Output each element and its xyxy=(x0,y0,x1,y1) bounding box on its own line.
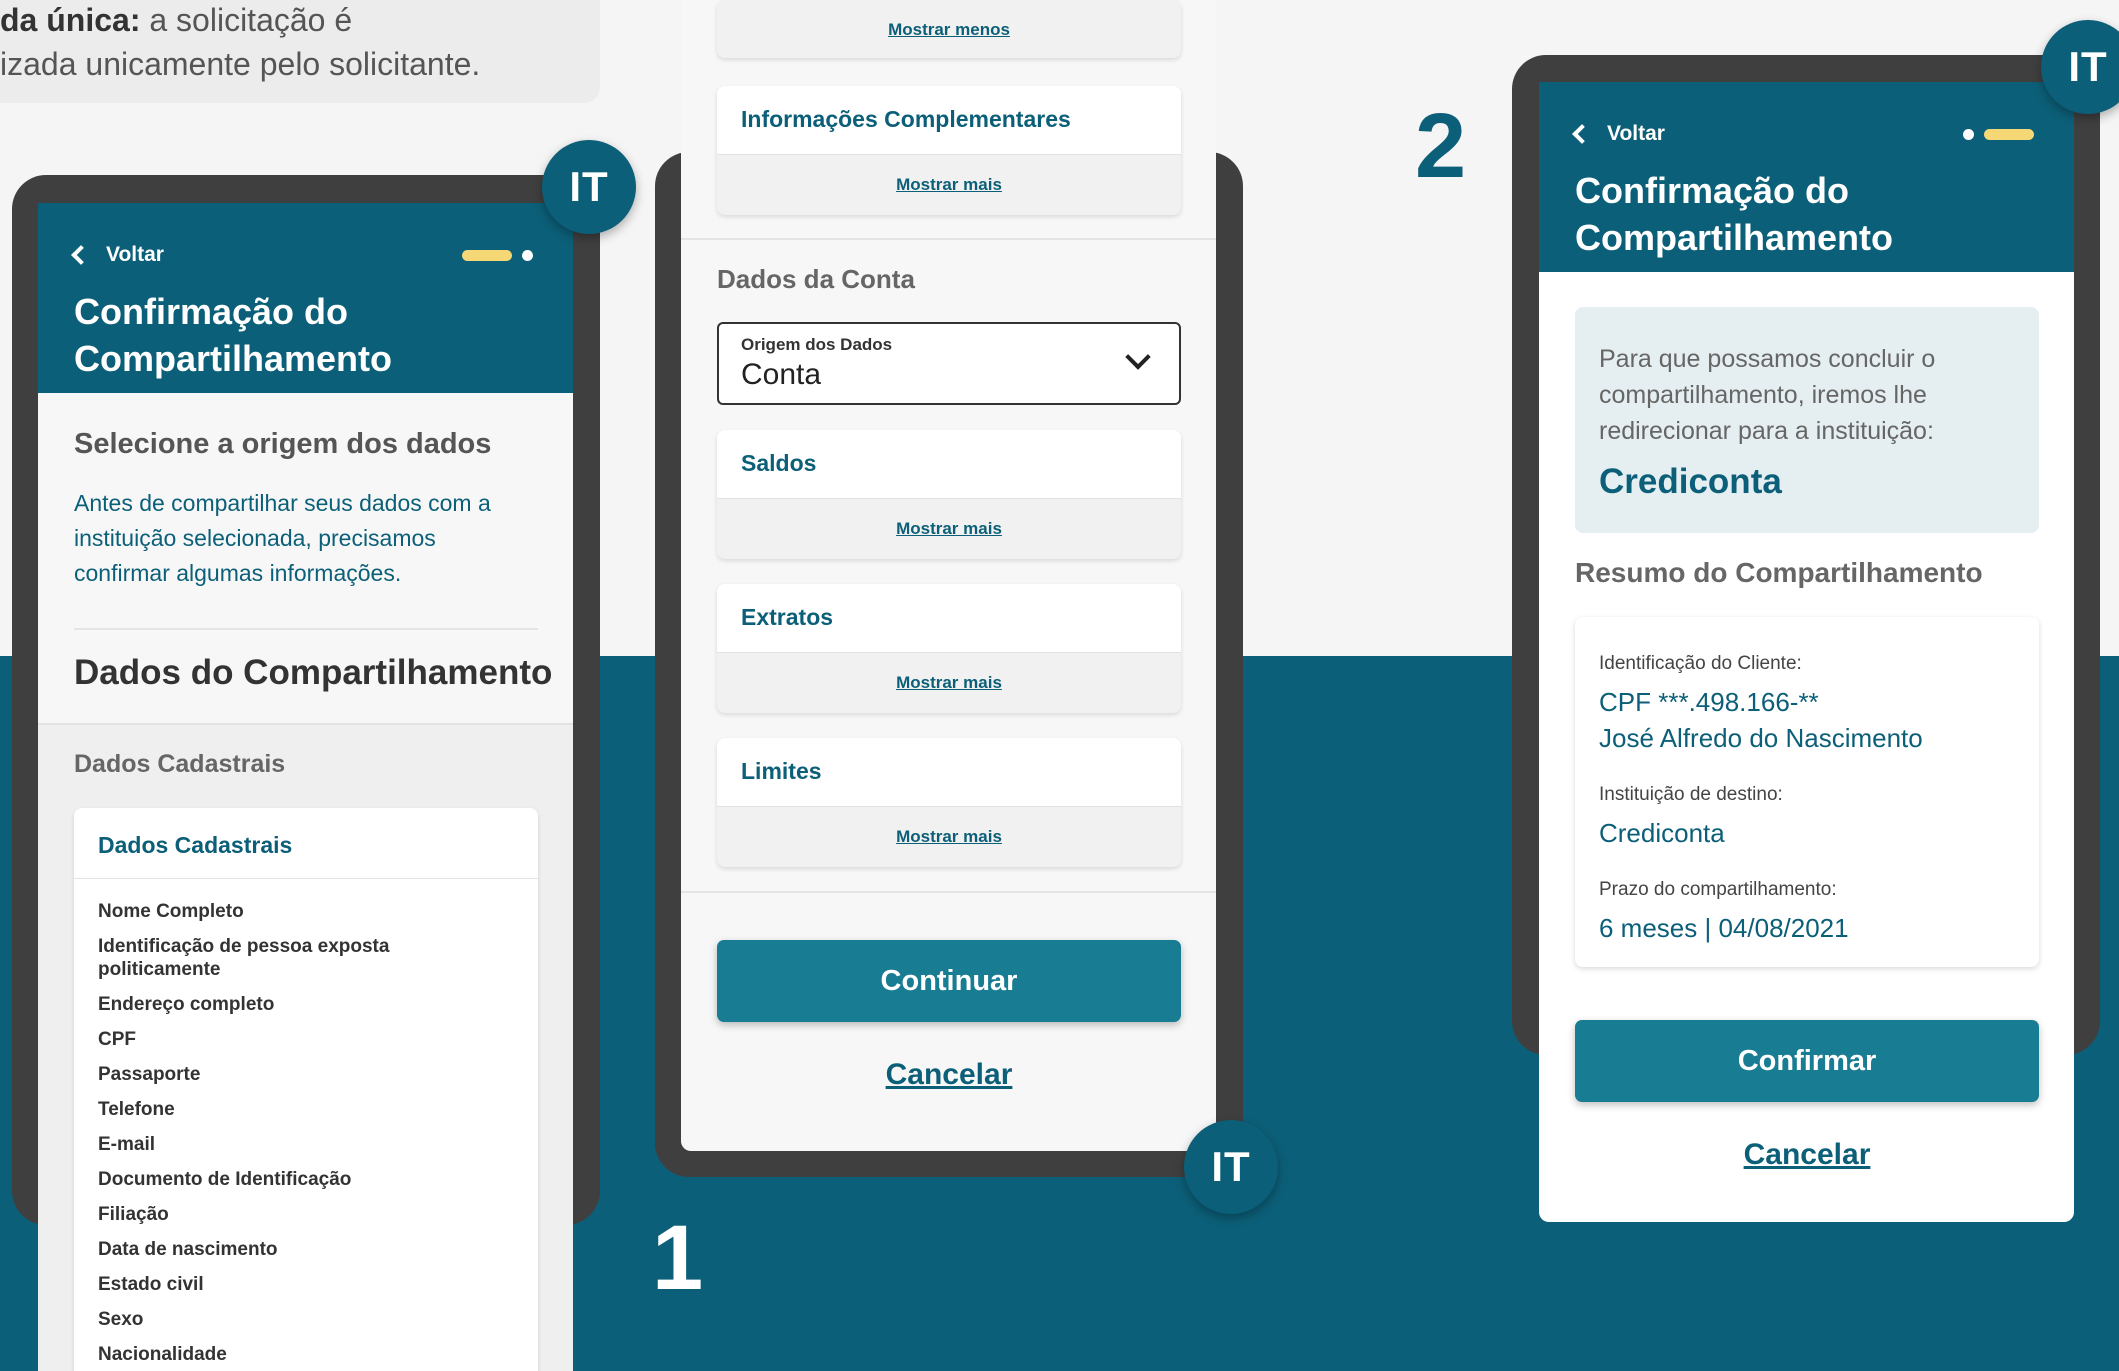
extratos-card: Extratos Mostrar mais xyxy=(717,584,1181,713)
field-item: CPF xyxy=(98,1029,136,1050)
step-number-1: 1 xyxy=(652,1207,704,1309)
cadastrais-card: Dados Cadastrais Nome Completo Identific… xyxy=(74,808,538,1371)
continue-button[interactable]: Continuar xyxy=(717,940,1181,1022)
field-item: politicamente xyxy=(98,959,221,980)
card-title: Saldos xyxy=(741,450,817,476)
card-title: Extratos xyxy=(741,604,834,630)
field-item: Filiação xyxy=(98,1204,169,1225)
show-more-link[interactable]: Mostrar mais xyxy=(717,175,1181,195)
term-label: Prazo do compartilhamento: xyxy=(1599,879,1837,900)
divider xyxy=(681,238,1216,240)
app-bar: Voltar Confirmação do Compartilhamento xyxy=(38,203,573,393)
intro-text: Antes de compartilhar seus dados com a i… xyxy=(74,490,491,586)
client-id-label: Identificação do Cliente: xyxy=(1599,653,1802,674)
cancel-link[interactable]: Cancelar xyxy=(1575,1138,2039,1172)
step-dot xyxy=(522,250,533,261)
step-indicator xyxy=(1963,129,2034,140)
step-pill-active xyxy=(462,250,512,261)
step-number-2: 2 xyxy=(1415,95,1467,197)
destination-label: Instituição de destino: xyxy=(1599,784,1783,805)
summary-heading: Resumo do Compartilhamento xyxy=(1575,557,1983,588)
term-value: 6 meses | 04/08/2021 xyxy=(1599,913,1849,943)
account-heading: Dados da Conta xyxy=(717,264,915,294)
show-more-link[interactable]: Mostrar mais xyxy=(717,673,1181,693)
badge-it-middle: IT xyxy=(1184,1120,1278,1214)
confirm-button[interactable]: Confirmar xyxy=(1575,1020,2039,1102)
back-button[interactable]: Voltar xyxy=(68,243,164,267)
screen-right: Voltar Confirmação do Compartilhamento P… xyxy=(1539,82,2074,1222)
note-line-2: izada unicamente pelo solicitante. xyxy=(0,46,481,82)
info-note: da única: a solicitação é izada unicamen… xyxy=(0,0,600,103)
destination-value: Crediconta xyxy=(1599,818,1725,848)
saldos-card: Saldos Mostrar mais xyxy=(717,430,1181,559)
redirect-box: Para que possamos concluir o compartilha… xyxy=(1575,307,2039,533)
note-line-1: da única: a solicitação é xyxy=(0,2,353,38)
summary-card: Identificação do Cliente: CPF ***.498.16… xyxy=(1575,617,2039,967)
data-heading: Dados do Compartilhamento xyxy=(74,653,553,692)
back-label: Voltar xyxy=(1607,122,1665,145)
divider xyxy=(74,628,538,630)
back-label: Voltar xyxy=(106,243,164,266)
limites-card: Limites Mostrar mais xyxy=(717,738,1181,867)
show-less-link[interactable]: Mostrar menos xyxy=(717,20,1181,40)
field-list: Nome Completo Identificação de pessoa ex… xyxy=(98,900,389,1366)
client-name: José Alfredo do Nascimento xyxy=(1599,723,1923,753)
field-item: Nacionalidade xyxy=(98,1344,227,1365)
step-dot xyxy=(1963,129,1974,140)
show-more-link[interactable]: Mostrar mais xyxy=(717,519,1181,539)
field-item: Documento de Identificação xyxy=(98,1169,352,1190)
screen-left: Voltar Confirmação do Compartilhamento S… xyxy=(38,203,573,1371)
client-cpf: CPF ***.498.166-** xyxy=(1599,687,1819,717)
previous-card: Mostrar menos xyxy=(717,0,1181,58)
chevron-down-icon xyxy=(1125,344,1151,370)
select-value: Conta xyxy=(741,358,822,391)
field-item: Identificação de pessoa exposta xyxy=(98,936,390,957)
cancel-link[interactable]: Cancelar xyxy=(717,1058,1181,1092)
card-title: Dados Cadastrais xyxy=(98,832,293,858)
complementary-card: Informações Complementares Mostrar mais xyxy=(717,86,1181,215)
page-title: Confirmação do Compartilhamento xyxy=(74,291,393,379)
card-title: Limites xyxy=(741,758,822,784)
field-item: E-mail xyxy=(98,1134,156,1155)
show-more-link[interactable]: Mostrar mais xyxy=(717,827,1181,847)
origin-select[interactable]: Origem dos Dados Conta xyxy=(717,322,1181,405)
card-divider xyxy=(74,878,538,879)
back-button[interactable]: Voltar xyxy=(1569,122,1665,146)
select-label: Origem dos Dados xyxy=(741,335,893,354)
step-indicator xyxy=(462,250,533,261)
divider xyxy=(681,891,1216,893)
field-item: Estado civil xyxy=(98,1274,204,1295)
complementary-title: Informações Complementares xyxy=(741,106,1071,132)
field-item: Passaporte xyxy=(98,1064,201,1085)
field-item: Data de nascimento xyxy=(98,1239,278,1260)
step-pill-active xyxy=(1984,129,2034,140)
app-bar: Voltar Confirmação do Compartilhamento xyxy=(1539,82,2074,272)
group-label: Dados Cadastrais xyxy=(74,750,286,778)
redirect-text: Para que possamos concluir o compartilha… xyxy=(1599,345,1936,445)
chevron-left-icon xyxy=(71,245,91,265)
page-title: Confirmação do Compartilhamento xyxy=(1575,170,1894,258)
institution-name: Crediconta xyxy=(1599,462,1782,501)
field-item: Telefone xyxy=(98,1099,175,1120)
field-item: Sexo xyxy=(98,1309,144,1330)
field-item: Endereço completo xyxy=(98,994,275,1015)
section-heading: Selecione a origem dos dados xyxy=(74,428,492,460)
field-item: Nome Completo xyxy=(98,901,244,922)
badge-it-left: IT xyxy=(542,140,636,234)
chevron-left-icon xyxy=(1572,124,1592,144)
screen-middle: Mostrar menos Informações Complementares… xyxy=(681,0,1216,1151)
